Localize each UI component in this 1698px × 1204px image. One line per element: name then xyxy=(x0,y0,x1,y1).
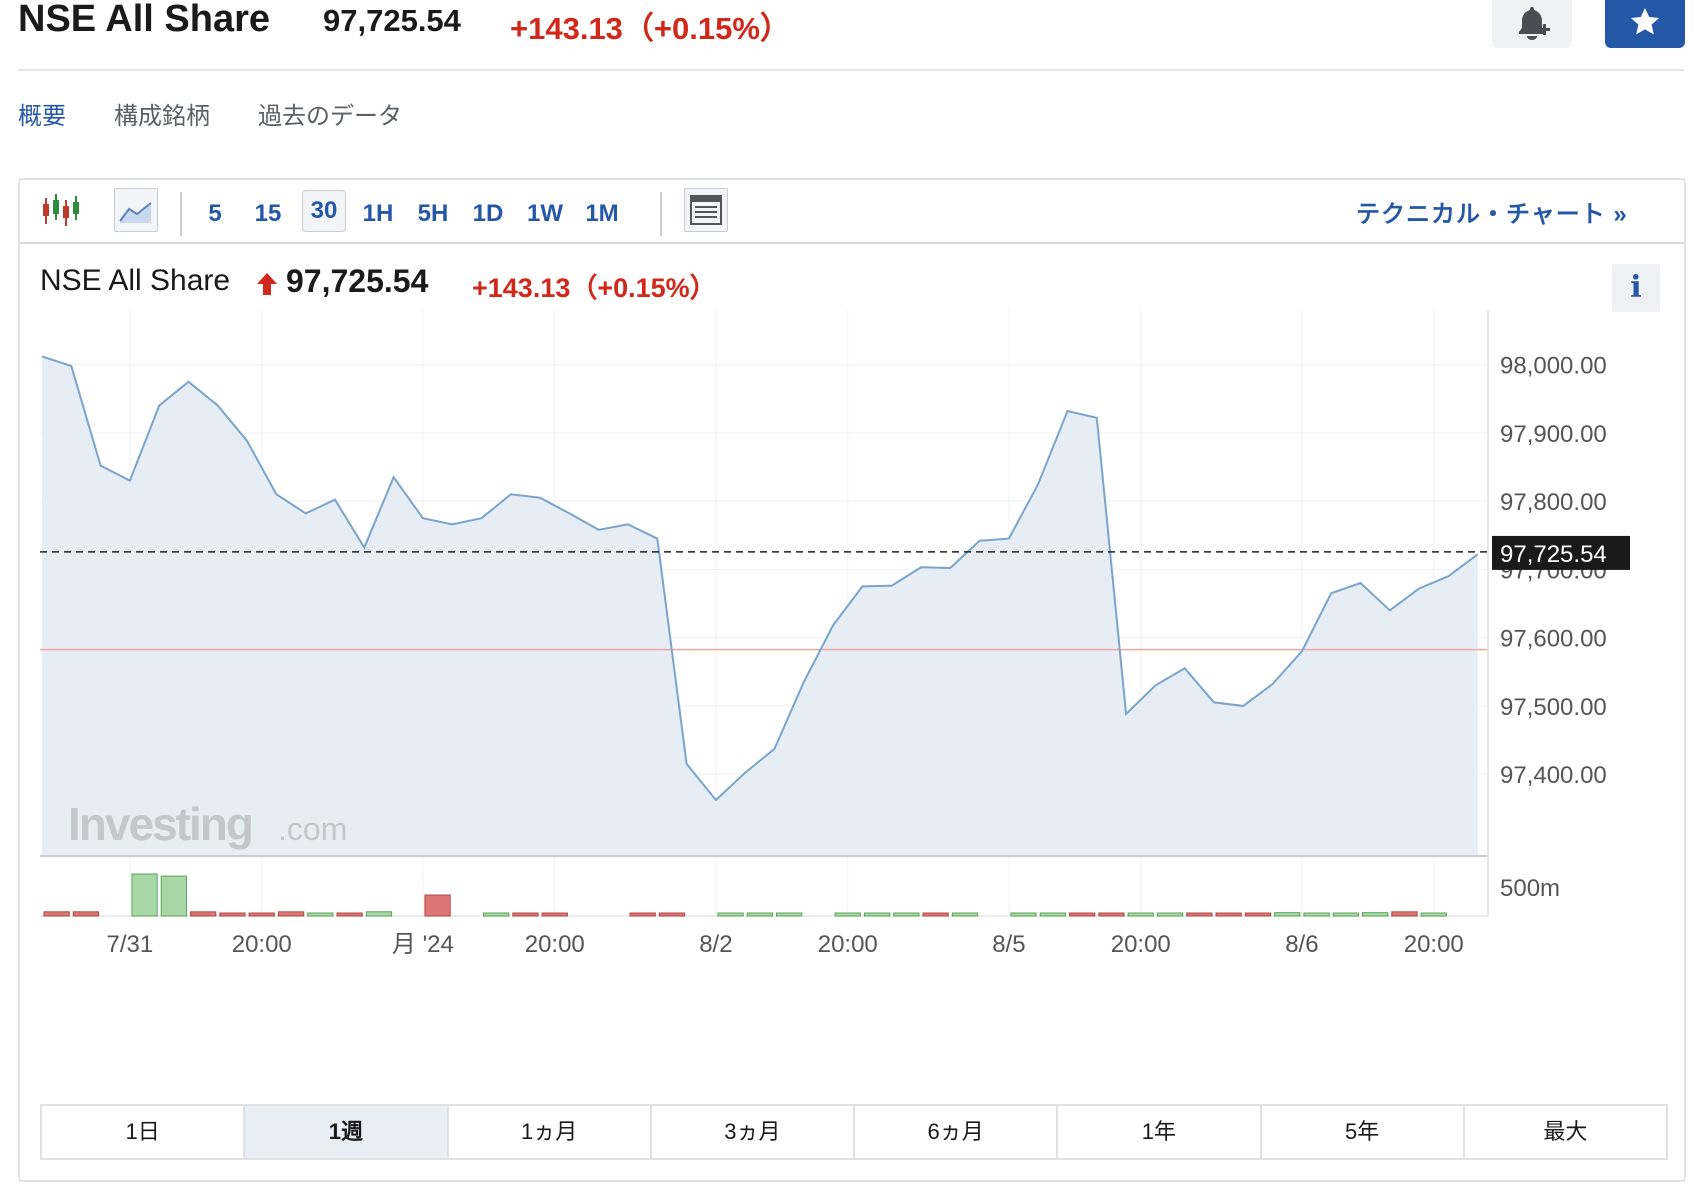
volume-bar xyxy=(658,912,686,917)
add-alert-button[interactable] xyxy=(1492,0,1572,48)
range-1m[interactable]: 1ヵ月 xyxy=(449,1106,652,1158)
volume-bar xyxy=(336,912,363,917)
x-axis-tick-label: 8/5 xyxy=(992,931,1025,958)
volume-bar xyxy=(1156,912,1184,917)
star-icon xyxy=(1631,8,1659,35)
range-1y[interactable]: 1年 xyxy=(1058,1106,1262,1158)
price-area-fill xyxy=(42,356,1478,856)
y-axis-tick-label: 97,800.00 xyxy=(1500,489,1607,516)
volume-bar xyxy=(219,912,246,917)
volume-bar xyxy=(1127,912,1154,917)
bell-plus-icon xyxy=(1519,7,1550,40)
x-axis-tick-label: 20:00 xyxy=(525,931,585,958)
y-axis-tick-label: 98,000.00 xyxy=(1500,353,1607,380)
volume-bar xyxy=(541,912,568,917)
range-1d[interactable]: 1日 xyxy=(42,1106,246,1158)
volume-bar xyxy=(248,912,275,917)
investing-watermark-suffix: .com xyxy=(278,811,347,847)
range-6m[interactable]: 6ヵ月 xyxy=(855,1106,1059,1158)
tab-historical-data[interactable]: 過去のデータ xyxy=(258,96,402,131)
x-axis-tick-label: 7/31 xyxy=(107,931,154,958)
volume-bar xyxy=(1244,912,1272,917)
current-price-label: 97,725.54 xyxy=(1500,541,1607,568)
volume-bar xyxy=(424,894,451,917)
volume-bar xyxy=(922,912,949,917)
x-axis-tick-label: 20:00 xyxy=(232,931,292,958)
range-max[interactable]: 最大 xyxy=(1465,1106,1666,1158)
x-axis-tick-label: 8/6 xyxy=(1285,931,1318,958)
volume-bar xyxy=(1303,912,1330,917)
volume-bar xyxy=(1215,912,1242,917)
volume-bar xyxy=(629,912,656,917)
x-axis-tick-label: 8/2 xyxy=(699,931,732,958)
volume-bar xyxy=(1039,912,1067,917)
volume-bar xyxy=(951,912,979,917)
add-watchlist-button[interactable] xyxy=(1605,0,1685,48)
volume-bar xyxy=(160,875,187,917)
volume-bar xyxy=(1186,912,1213,917)
volume-bar xyxy=(277,911,305,917)
y-axis-tick-label: 97,500.00 xyxy=(1500,694,1607,721)
range-3m[interactable]: 3ヵ月 xyxy=(652,1106,855,1158)
volume-bar xyxy=(307,912,334,917)
volume-bar xyxy=(131,873,158,917)
range-1w[interactable]: 1週 xyxy=(245,1106,449,1158)
volume-bar xyxy=(1362,912,1389,917)
page-title: NSE All Share xyxy=(18,0,271,40)
header-divider xyxy=(18,69,1684,71)
tab-overview[interactable]: 概要 xyxy=(18,96,66,131)
volume-bar xyxy=(1098,912,1125,917)
tab-components[interactable]: 構成銘柄 xyxy=(114,96,210,131)
volume-bar xyxy=(717,912,744,917)
volume-bar xyxy=(1274,912,1301,917)
x-axis-tick-label: 20:00 xyxy=(1111,931,1171,958)
y-axis-tick-label: 97,600.00 xyxy=(1500,626,1607,653)
x-axis-tick-label: 20:00 xyxy=(1404,931,1464,958)
volume-bar xyxy=(776,912,803,917)
header-change: +143.13（+0.15%） xyxy=(510,11,791,46)
volume-bar xyxy=(483,912,510,917)
volume-bar xyxy=(1391,911,1418,917)
x-axis-tick-label: 20:00 xyxy=(818,931,878,958)
investing-watermark: Investing xyxy=(68,798,252,850)
volume-bar xyxy=(863,912,891,917)
quote-header: NSE All Share 97,725.54 +143.13（+0.15%） xyxy=(18,0,1684,70)
range-5y[interactable]: 5年 xyxy=(1262,1106,1465,1158)
volume-bar xyxy=(190,911,217,917)
volume-bar xyxy=(1069,912,1096,917)
volume-bar xyxy=(43,911,70,917)
volume-bar xyxy=(893,912,920,917)
header-price: 97,725.54 xyxy=(323,3,461,38)
volume-bar xyxy=(746,912,774,917)
y-axis-tick-label: 97,400.00 xyxy=(1500,762,1607,789)
volume-bar xyxy=(512,912,539,917)
volume-bar xyxy=(834,912,861,917)
volume-bar xyxy=(1420,912,1447,917)
volume-bar xyxy=(365,911,393,917)
price-chart[interactable]: 98,000.0097,900.0097,800.0097,700.0097,6… xyxy=(20,180,1684,1100)
volume-bar xyxy=(1010,912,1037,917)
volume-bar xyxy=(72,911,100,917)
x-axis-tick-label: 月 '24 xyxy=(392,931,454,958)
chart-card: 5 15 30 1H 5H 1D 1W 1M テクニカル・チャート » NSE … xyxy=(18,178,1686,1182)
y-axis-tick-label: 97,900.00 xyxy=(1500,421,1607,448)
volume-bar xyxy=(1332,912,1359,917)
volume-axis-label: 500m xyxy=(1500,875,1560,902)
range-selector: 1日 1週 1ヵ月 3ヵ月 6ヵ月 1年 5年 最大 xyxy=(40,1104,1668,1160)
